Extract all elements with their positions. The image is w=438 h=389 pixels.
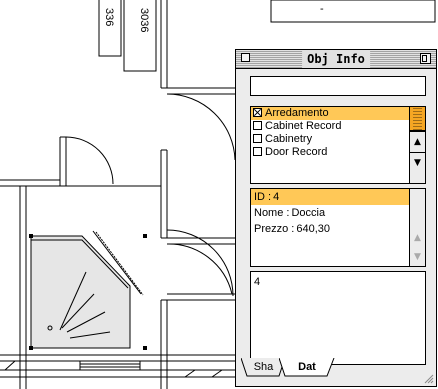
palette-title: Obj Info xyxy=(302,50,370,68)
name-field[interactable] xyxy=(250,76,426,96)
class-item-door-record[interactable]: Door Record xyxy=(251,146,401,159)
class-item-label: Cabinet Record xyxy=(265,120,342,132)
cabinet-label-3036: 3036 xyxy=(138,8,150,32)
zoom-box-icon[interactable] xyxy=(420,53,431,64)
scroll-track[interactable] xyxy=(410,189,425,211)
checkbox-icon[interactable] xyxy=(253,121,262,130)
class-item-label: Arredamento xyxy=(265,107,329,119)
top-field-text: - xyxy=(320,3,324,15)
class-item-arredamento[interactable]: Arredamento xyxy=(251,107,410,120)
data-row-nome[interactable]: Nome : Doccia xyxy=(251,205,410,221)
cabinet-3036[interactable]: 3036 xyxy=(123,0,157,72)
checkbox-icon[interactable] xyxy=(253,147,262,156)
tab-label: Dat xyxy=(298,361,316,373)
scroll-up-arrow-icon[interactable]: ▲ xyxy=(410,131,425,152)
scroll-down-arrow-icon[interactable]: ▼ xyxy=(410,152,425,173)
scroll-up-arrow-icon[interactable]: ▲ xyxy=(410,229,425,248)
checkbox-icon[interactable] xyxy=(253,134,262,143)
class-item-cabinet-record[interactable]: Cabinet Record xyxy=(251,120,401,133)
data-label: Prezzo : xyxy=(254,223,295,235)
tab-bar: Sha Dat xyxy=(241,358,421,380)
door-swing-bottom xyxy=(166,243,233,295)
data-label: Nome : xyxy=(254,207,290,219)
top-field-box[interactable]: - xyxy=(270,0,436,23)
value-text-field[interactable]: 4 xyxy=(250,271,426,365)
cabinet-336[interactable]: 336 xyxy=(98,0,122,57)
class-list[interactable]: Arredamento Cabinet Record Cabinetry Doo… xyxy=(250,106,426,184)
obj-info-palette[interactable]: Obj Info Arredamento Cabinet Record Cabi… xyxy=(235,49,437,387)
data-value: Doccia xyxy=(291,207,326,219)
data-value: 4 xyxy=(273,191,280,203)
data-row-prezzo[interactable]: Prezzo :640,30 xyxy=(251,221,410,237)
class-item-cabinetry[interactable]: Cabinetry xyxy=(251,133,401,146)
palette-titlebar[interactable]: Obj Info xyxy=(236,50,436,69)
class-list-scrollbar[interactable]: ▲ ▼ xyxy=(409,107,425,183)
resize-grip-icon[interactable] xyxy=(423,373,434,384)
door-swing-top xyxy=(65,93,236,186)
shower-fixture[interactable] xyxy=(30,230,144,349)
tab-label: Sha xyxy=(253,361,274,373)
data-label: ID : xyxy=(254,191,272,203)
data-list-scrollbar[interactable]: ▲ ▼ xyxy=(409,189,425,266)
checkbox-icon[interactable] xyxy=(253,108,262,117)
scroll-thumb[interactable] xyxy=(410,107,425,131)
value-text: 4 xyxy=(254,276,261,288)
tab-dat[interactable]: Dat xyxy=(279,358,335,377)
scroll-down-arrow-icon[interactable]: ▼ xyxy=(410,248,425,266)
class-item-label: Door Record xyxy=(265,146,328,158)
bottom-wall xyxy=(0,354,236,378)
data-row-id[interactable]: ID :4 xyxy=(251,189,410,205)
cabinet-label-336: 336 xyxy=(103,8,115,26)
data-value: 640,30 xyxy=(296,223,331,235)
data-field-list[interactable]: ID :4 Nome : Doccia Prezzo :640,30 ▲ ▼ xyxy=(250,188,426,267)
close-box-icon[interactable] xyxy=(241,53,250,62)
door-swing-lower xyxy=(166,229,234,297)
class-item-label: Cabinetry xyxy=(265,133,313,145)
